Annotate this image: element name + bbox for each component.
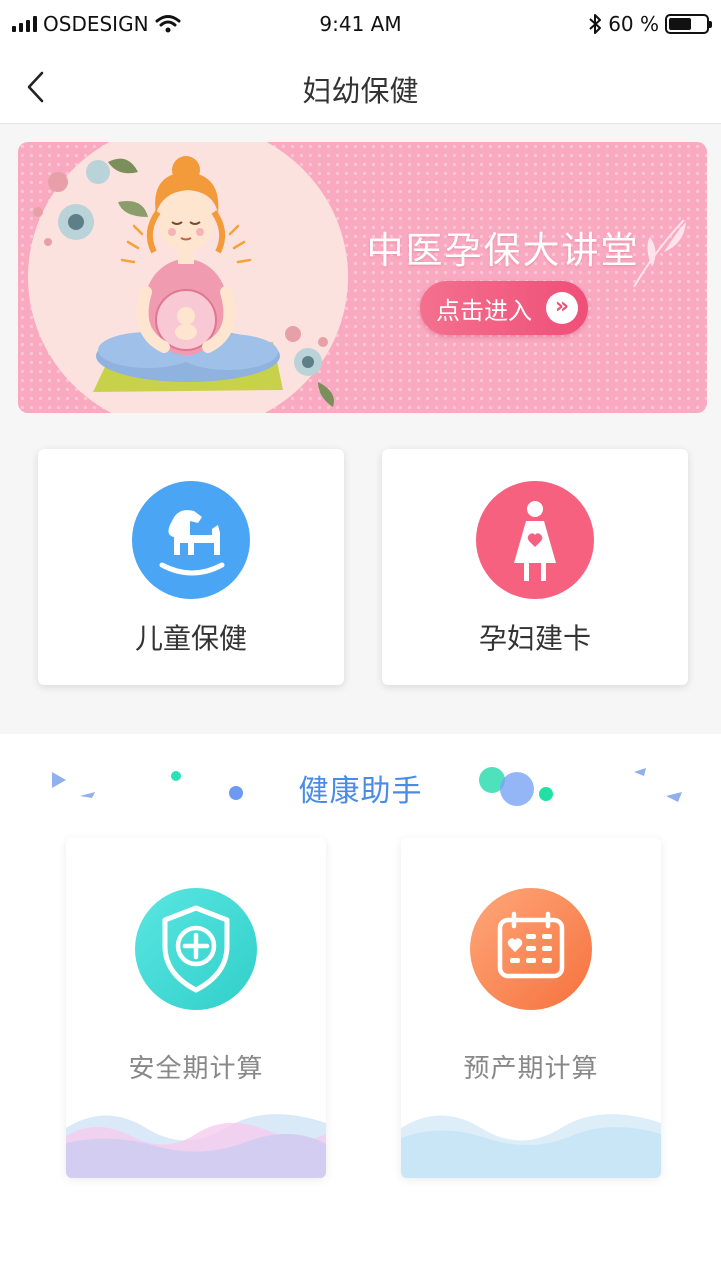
bluetooth-icon [589, 14, 602, 34]
wave-decoration [66, 1114, 326, 1178]
page-title: 妇幼保健 [302, 74, 419, 108]
top-section: 中医孕保大讲堂 点击进入 » 儿童保健 孕妇建卡 [0, 124, 721, 734]
shield-plus-icon [135, 888, 257, 1010]
wave-decoration [401, 1114, 661, 1178]
battery-group: 60 % [588, 12, 712, 36]
pregnant-woman-icon [476, 481, 594, 599]
service-label: 孕妇建卡 [478, 622, 591, 655]
banner-enter-label: 点击进入 [436, 296, 532, 325]
helper-label: 预产期计算 [463, 1054, 599, 1084]
helper-label: 安全期计算 [128, 1054, 264, 1084]
banner-enter-button[interactable]: 点击进入 » [420, 281, 588, 335]
banner-headline: 中医孕保大讲堂 [366, 229, 640, 272]
helper-title: 健康助手 [298, 774, 423, 809]
safe-period-calculator-card[interactable]: 安全期计算 [66, 838, 326, 1178]
service-card-child-care[interactable]: 儿童保健 [38, 449, 344, 685]
page: OSDESIGN 9:41 AM 60 % 妇幼保健 中医孕保大讲堂 点击进入 … [0, 0, 721, 1281]
battery-icon [665, 14, 712, 34]
rocking-horse-icon [132, 481, 250, 599]
nav-bar: 妇幼保健 [0, 48, 721, 124]
calendar-heart-icon [470, 888, 592, 1010]
service-label: 儿童保健 [134, 622, 247, 655]
double-chevron-right-icon: » [546, 292, 578, 324]
battery-percent: 60 % [608, 12, 659, 36]
banner[interactable]: 中医孕保大讲堂 点击进入 » [18, 142, 707, 413]
status-bar: OSDESIGN 9:41 AM 60 % [0, 0, 721, 48]
due-date-calculator-card[interactable]: 预产期计算 [401, 838, 661, 1178]
pregnant-woman-illustration [33, 156, 334, 407]
service-card-pregnancy-card[interactable]: 孕妇建卡 [382, 449, 688, 685]
